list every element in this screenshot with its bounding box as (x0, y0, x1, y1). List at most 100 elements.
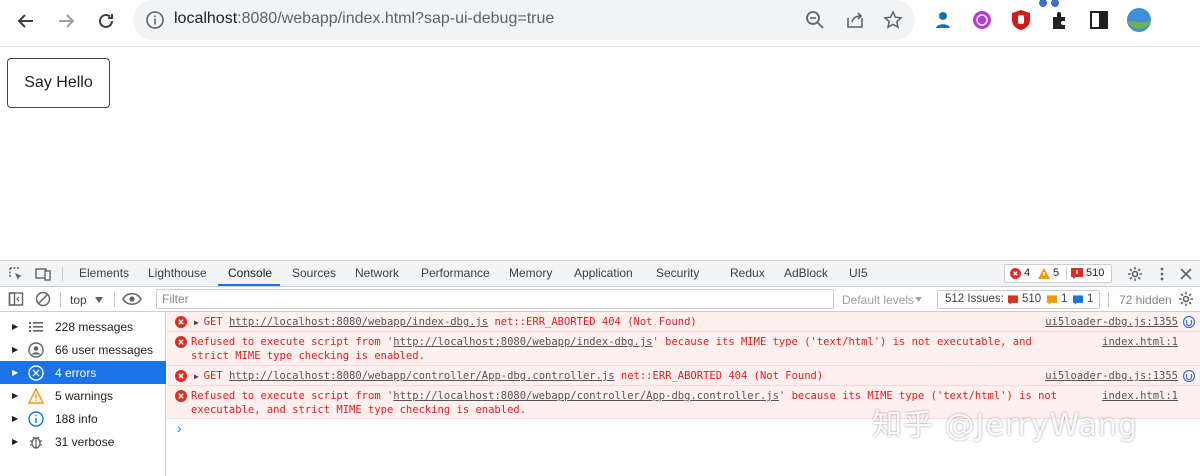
tab-security[interactable]: Security (656, 266, 699, 280)
filter-input[interactable]: Filter (156, 289, 834, 309)
extensions-puzzle-icon[interactable] (1049, 9, 1071, 31)
tab-lighthouse[interactable]: Lighthouse (148, 266, 207, 280)
devtools-tabbar: Elements Lighthouse Console Sources Netw… (0, 261, 1200, 287)
error-circle-icon (175, 336, 187, 348)
issues-info-icon (1073, 295, 1083, 305)
bookmark-star-icon[interactable] (883, 10, 903, 30)
badge-divider (1066, 267, 1067, 280)
device-toolbar-icon[interactable] (35, 266, 51, 282)
sidebar-item-user-messages[interactable]: ▶ 66 user messages (0, 338, 166, 361)
message-source-link[interactable]: ui5loader-dbg.js:1355 (1045, 316, 1178, 328)
expand-triangle-icon[interactable]: ▶ (194, 372, 204, 381)
tab-divider (62, 267, 63, 281)
zoom-icon[interactable] (805, 10, 825, 30)
more-options-icon[interactable] (1154, 266, 1170, 282)
live-expression-eye-icon[interactable] (122, 292, 142, 306)
error-icon (28, 364, 44, 381)
console-prompt-caret[interactable]: › (177, 420, 182, 436)
tab-network[interactable]: Network (355, 266, 399, 280)
message-url-link[interactable]: http://localhost:8080/webapp/index-dbg.j… (393, 336, 652, 348)
error-circle-icon (175, 390, 187, 402)
message-text: ▶ GET http://localhost:8080/webapp/contr… (194, 370, 824, 382)
message-url-link[interactable]: http://localhost:8080/webapp/index-dbg.j… (229, 316, 488, 328)
console-messages: ▶ GET http://localhost:8080/webapp/index… (167, 312, 1200, 476)
list-icon (29, 321, 43, 332)
issue-count-icon (1071, 268, 1083, 279)
expand-arrow-icon[interactable]: ▶ (12, 345, 18, 354)
show-sidebar-icon[interactable] (8, 291, 24, 307)
warning-count: 5 (1053, 267, 1060, 279)
levels-dropdown-icon[interactable] (915, 297, 922, 302)
url-text[interactable]: localhost:8080/webapp/index.html?sap-ui-… (174, 10, 554, 28)
expand-triangle-icon[interactable]: ▶ (194, 318, 204, 327)
console-error-row[interactable]: ▶ GET http://localhost:8080/webapp/contr… (167, 366, 1200, 386)
clear-console-icon[interactable] (35, 291, 51, 307)
filter-divider-2 (114, 292, 115, 307)
issues-warning-count: 1 (1061, 293, 1068, 305)
sidebar-item-messages[interactable]: ▶ 228 messages (0, 315, 166, 338)
sidebar-label: 66 user messages (55, 342, 154, 357)
console-error-row[interactable]: ▶ GET http://localhost:8080/webapp/index… (167, 312, 1200, 332)
toolbar-divider (0, 46, 1200, 47)
error-circle-icon (175, 370, 187, 382)
console-sidebar: ▶ 228 messages ▶ 66 user messages ▶ 4 er… (0, 312, 166, 476)
settings-gear-icon[interactable] (1127, 266, 1143, 282)
context-selector[interactable]: top (70, 293, 87, 307)
ui5-source-icon (1183, 316, 1195, 328)
expand-arrow-icon[interactable]: ▶ (12, 322, 18, 331)
issues-info-count: 1 (1087, 293, 1094, 305)
expand-arrow-icon[interactable]: ▶ (12, 437, 18, 446)
tab-redux[interactable]: Redux (730, 266, 765, 280)
tab-performance[interactable]: Performance (421, 266, 490, 280)
profile-avatar[interactable] (1126, 7, 1152, 33)
share-icon[interactable] (845, 10, 865, 30)
expand-arrow-icon[interactable]: ▶ (12, 414, 18, 423)
sidebar-item-warnings[interactable]: ▶ 5 warnings (0, 384, 166, 407)
sidebar-item-info[interactable]: ▶ 188 info (0, 407, 166, 430)
console-filterbar: top Filter Default levels 512 Issues: 51… (0, 287, 1200, 312)
default-levels-dropdown[interactable]: Default levels (842, 293, 914, 307)
tab-sources[interactable]: Sources (292, 266, 336, 280)
counts-badge[interactable]: 4 5 510 (1004, 264, 1112, 283)
message-source-link[interactable]: index.html:1 (1102, 336, 1178, 348)
forward-button[interactable] (50, 5, 82, 37)
address-bar[interactable]: localhost:8080/webapp/index.html?sap-ui-… (133, 0, 915, 40)
watermark-text: 知乎 @JerryWang (872, 408, 1138, 443)
extension-badge-icons (1039, 0, 1059, 7)
message-url-link[interactable]: http://localhost:8080/webapp/controller/… (393, 390, 779, 402)
expand-arrow-icon[interactable]: ▶ (12, 368, 18, 377)
context-dropdown-icon[interactable] (95, 297, 103, 303)
reload-icon (99, 13, 113, 28)
sidebar-item-verbose[interactable]: ▶ 31 verbose (0, 430, 166, 453)
tab-ui5[interactable]: UI5 (849, 266, 868, 280)
person-extension-icon[interactable] (932, 9, 954, 31)
side-panel-icon[interactable] (1088, 9, 1110, 31)
message-url-link[interactable]: http://localhost:8080/webapp/controller/… (229, 370, 615, 382)
tab-application[interactable]: Application (574, 266, 633, 280)
message-text-line2: executable, and strict MIME type checkin… (191, 404, 527, 416)
issues-warning-icon (1047, 295, 1057, 305)
sidebar-item-errors[interactable]: ▶ 4 errors (0, 361, 166, 384)
say-hello-button[interactable]: Say Hello (7, 58, 110, 108)
browser-toolbar: localhost:8080/webapp/index.html?sap-ui-… (0, 0, 1200, 42)
error-count-icon (1010, 268, 1021, 279)
tab-memory[interactable]: Memory (509, 266, 552, 280)
close-devtools-icon[interactable] (1178, 266, 1194, 282)
reload-button[interactable] (90, 5, 122, 37)
issues-button[interactable]: 512 Issues: 510 1 1 (937, 290, 1100, 309)
tab-elements[interactable]: Elements (79, 266, 129, 280)
message-source-link[interactable]: ui5loader-dbg.js:1355 (1045, 370, 1178, 382)
expand-arrow-icon[interactable]: ▶ (12, 391, 18, 400)
ublock-shield-icon[interactable] (1010, 9, 1032, 31)
back-button[interactable] (10, 5, 42, 37)
user-icon (28, 341, 44, 358)
tab-console[interactable]: Console (228, 266, 272, 280)
purple-extension-icon[interactable] (971, 9, 993, 31)
tab-adblock[interactable]: AdBlock (784, 266, 828, 280)
site-info-icon[interactable] (145, 10, 165, 30)
issues-error-icon (1008, 295, 1018, 305)
console-settings-icon[interactable] (1178, 291, 1194, 307)
console-error-row[interactable]: Refused to execute script from 'http://l… (167, 332, 1200, 366)
hidden-count: 72 hidden (1119, 293, 1172, 307)
inspect-element-icon[interactable] (8, 266, 24, 282)
